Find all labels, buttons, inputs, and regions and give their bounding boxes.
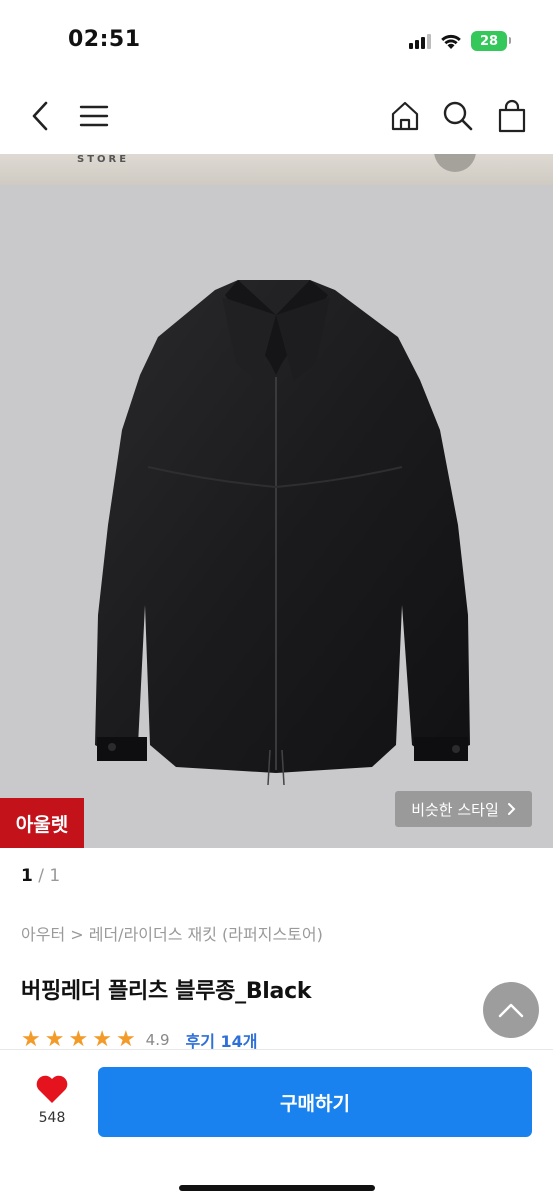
reviews-link[interactable]: 후기 14개 [186, 1030, 258, 1050]
store-banner: STORE [0, 154, 553, 185]
image-counter-total: 1 [49, 866, 61, 886]
wifi-icon [441, 34, 461, 49]
status-bar: 02:51 28 [0, 0, 553, 80]
star-icon: ★ [115, 1030, 136, 1050]
home-indicator [179, 1185, 375, 1191]
overlay-button[interactable] [434, 154, 476, 172]
breadcrumb[interactable]: 아우터 > 레더/라이더스 재킷 (라퍼지스토어) [21, 921, 323, 945]
search-button[interactable] [440, 98, 476, 134]
image-counter-current: 1 [21, 866, 33, 886]
heart-icon [36, 1075, 68, 1103]
back-button[interactable] [22, 98, 58, 134]
status-icons: 28 [409, 31, 511, 51]
outlet-badge: 아울렛 [0, 798, 84, 848]
menu-icon [79, 105, 109, 127]
menu-button[interactable] [76, 98, 112, 134]
store-label: STORE [77, 154, 130, 165]
image-counter-separator: / [38, 866, 44, 886]
cart-button[interactable] [494, 98, 530, 134]
buy-button[interactable]: 구매하기 [98, 1067, 532, 1137]
star-icon: ★ [92, 1030, 112, 1050]
back-icon [32, 101, 48, 131]
like-button[interactable]: 548 [22, 1074, 82, 1126]
chevron-right-icon [507, 803, 516, 815]
star-icon: ★ [44, 1030, 65, 1050]
chevron-up-icon [498, 1003, 524, 1018]
home-button[interactable] [387, 98, 423, 134]
like-count: 548 [38, 1110, 66, 1126]
similar-style-button[interactable]: 비슷한 스타일 [395, 791, 532, 827]
star-icon: ★ [68, 1030, 89, 1050]
image-counter: 1 / 1 [21, 866, 60, 886]
product-title: 버핑레더 플리츠 블루종_Black [21, 979, 312, 1004]
battery-level: 28 [479, 33, 499, 49]
bag-icon [498, 99, 526, 133]
battery-icon: 28 [471, 31, 511, 51]
star-icon: ★ [21, 1030, 41, 1050]
bottom-action-bar: 548 구매하기 [0, 1049, 553, 1200]
scroll-top-button[interactable] [483, 982, 539, 1038]
nav-bar [0, 80, 553, 154]
product-image-carousel[interactable]: STORE 아울렛 비슷한 스타일 [0, 154, 553, 848]
signal-icon [409, 33, 431, 49]
rating-row: ★ ★ ★ ★ ★ 4.9 후기 14개 [21, 1030, 258, 1050]
rating-value: 4.9 [145, 1031, 170, 1049]
home-icon [391, 101, 419, 131]
search-icon [443, 101, 473, 131]
product-image [95, 280, 470, 785]
status-time: 02:51 [68, 27, 141, 52]
similar-style-label: 비슷한 스타일 [411, 800, 499, 819]
